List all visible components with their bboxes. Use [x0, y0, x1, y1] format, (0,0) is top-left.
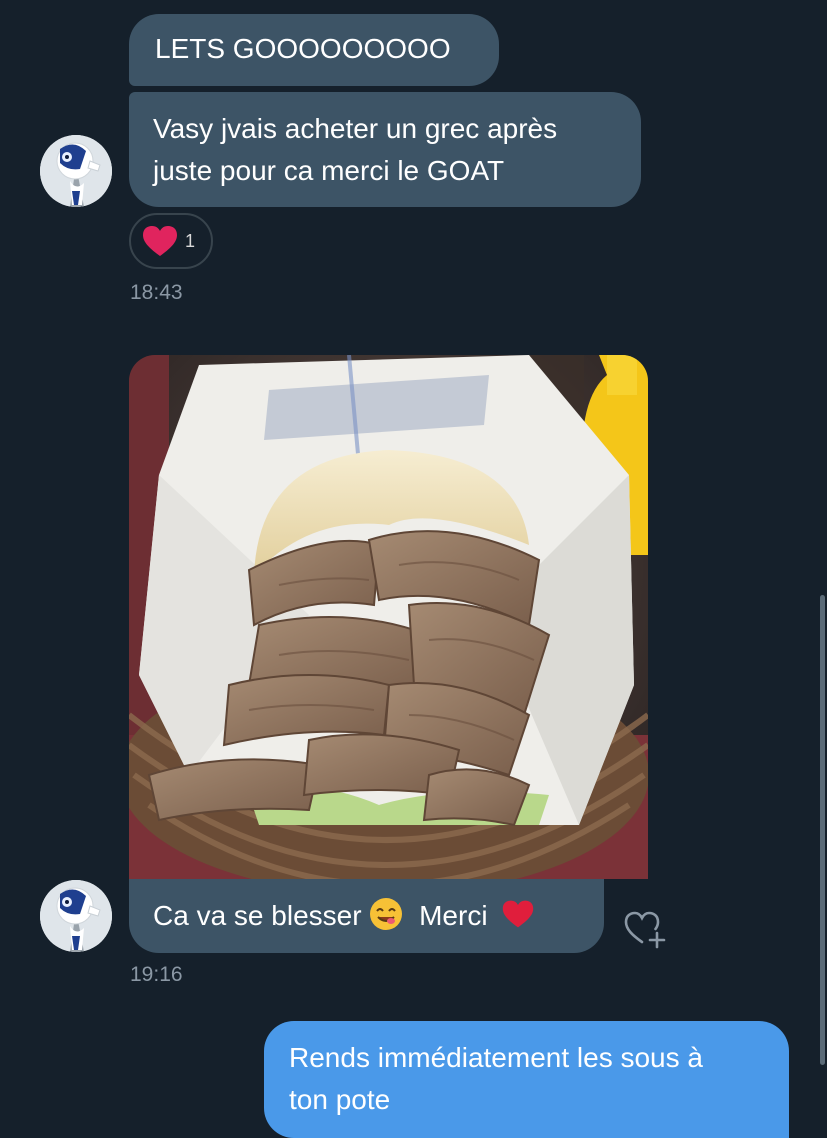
message-bubble-incoming[interactable]: Vasy jvais acheter un grec après juste p…: [129, 92, 641, 207]
avatar[interactable]: [40, 880, 112, 952]
kebab-sandwich-photo[interactable]: [129, 355, 648, 879]
red-heart-emoji: [503, 900, 534, 928]
dm-conversation: LETS GOOOOOOOOO Vasy jvais acheter un gr…: [0, 0, 827, 1138]
message-text-line: Vasy jvais acheter un grec après: [153, 113, 558, 144]
message-text: Merci: [419, 900, 488, 931]
reaction-count: 1: [185, 230, 196, 251]
message-text: LETS GOOOOOOOOO: [155, 33, 451, 64]
message-text: Ca va se blesser: [153, 900, 362, 931]
message-timestamp: 19:16: [130, 963, 183, 986]
robot-avatar-icon: [40, 880, 112, 952]
message-text-line: ton pote: [289, 1084, 391, 1115]
message-bubble-incoming[interactable]: Ca va se blesser Merci: [129, 879, 604, 953]
reaction-pill[interactable]: 1: [129, 213, 213, 269]
message-bubble-outgoing[interactable]: Rends immédiatement les sous à ton pote: [264, 1021, 789, 1138]
heart-icon: [143, 226, 177, 256]
message-timestamp: 18:43: [130, 281, 183, 304]
yum-face-emoji: [370, 898, 403, 930]
food-photo-image: [129, 355, 648, 879]
scrollbar[interactable]: [820, 595, 825, 1065]
robot-avatar-icon: [40, 135, 112, 207]
message-bubble-incoming[interactable]: LETS GOOOOOOOOO: [129, 14, 499, 86]
message-text-line: Rends immédiatement les sous à: [289, 1042, 703, 1073]
add-reaction-heart-icon[interactable]: [622, 906, 670, 950]
message-text-line: juste pour ca merci le GOAT: [153, 155, 505, 186]
avatar[interactable]: [40, 135, 112, 207]
